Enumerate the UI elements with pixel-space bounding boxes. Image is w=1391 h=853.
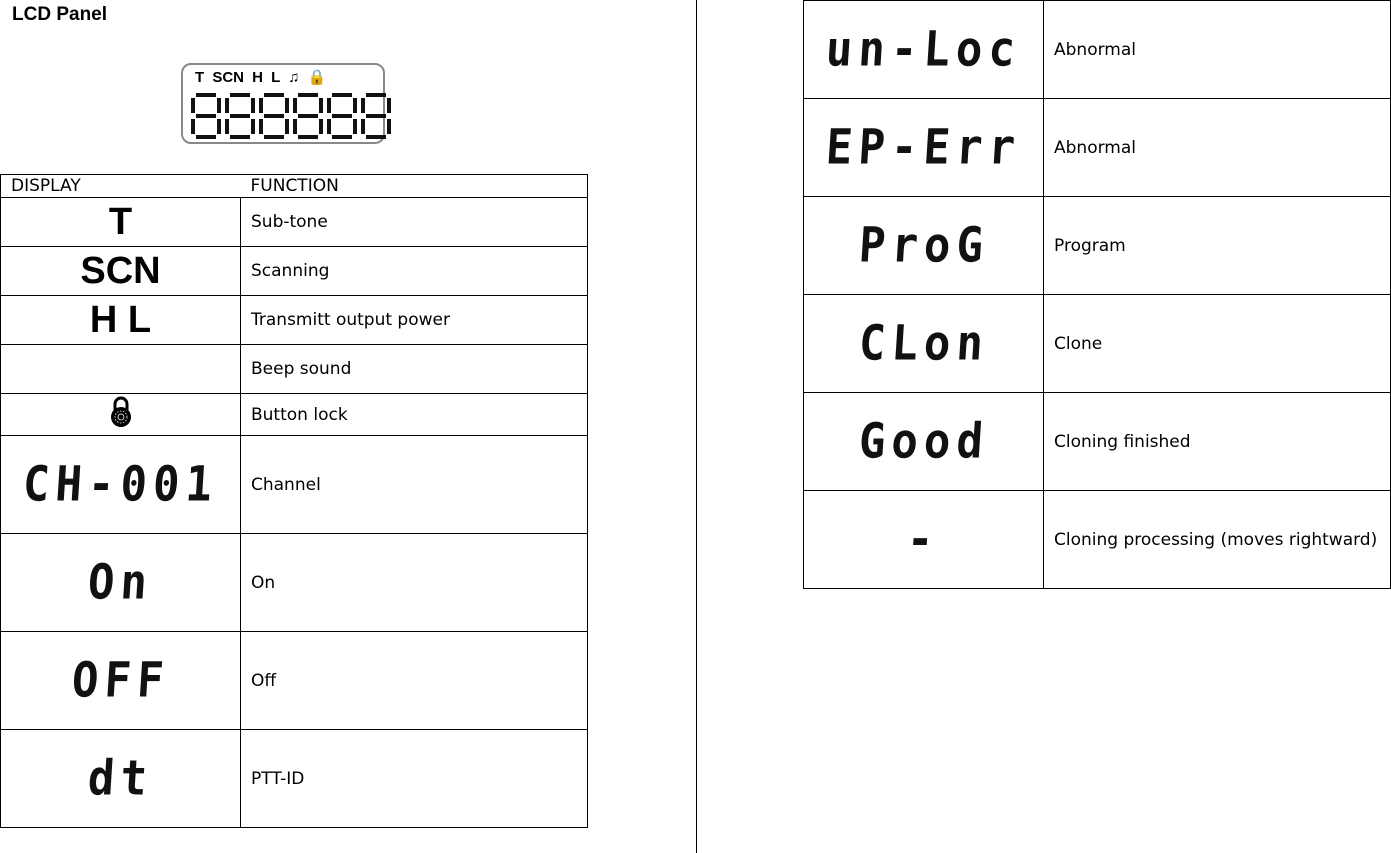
- display-cell: ProG: [803, 196, 1044, 295]
- segment-display: EP-Err: [824, 118, 1023, 175]
- table-row: On On: [0, 533, 588, 632]
- display-cell: dt: [0, 729, 241, 828]
- segment-display: Good: [856, 412, 991, 469]
- display-symbol: H L: [89, 299, 152, 341]
- display-cell: EP-Err: [803, 98, 1044, 197]
- table-row: Beep sound: [0, 344, 588, 394]
- function-label: Beep sound: [240, 344, 588, 394]
- segment-display: un-Loc: [824, 20, 1023, 77]
- table-row: CH-001 Channel: [0, 435, 588, 534]
- header-function: FUNCTION: [240, 174, 588, 198]
- display-function-table: DISPLAY FUNCTION T Sub-tone SCN Scanning H L Tr…: [0, 174, 588, 828]
- function-label: On: [240, 533, 588, 632]
- function-label: Abnormal: [1043, 0, 1391, 99]
- segment-display: On: [86, 553, 155, 610]
- table-row: Button lock: [0, 393, 588, 436]
- function-label: Clone: [1043, 294, 1391, 393]
- table-header: DISPLAY FUNCTION: [0, 174, 588, 198]
- table-row: CLon Clone: [803, 294, 1391, 393]
- table-row: ProG Program: [803, 196, 1391, 295]
- display-cell: Good: [803, 392, 1044, 491]
- function-label: Sub-tone: [240, 197, 588, 247]
- display-cell: [0, 344, 241, 394]
- display-cell: H L: [0, 295, 241, 345]
- table-row: EP-Err Abnormal: [803, 98, 1391, 197]
- segment-display: -: [905, 510, 942, 567]
- header-display: DISPLAY: [0, 174, 241, 198]
- table-row: SCN Scanning: [0, 246, 588, 296]
- page-title: LCD Panel: [12, 4, 108, 25]
- lcd-indicators: T SCN H L ♫ 🔒: [195, 69, 327, 86]
- display-cell: T: [0, 197, 241, 247]
- lcd-panel-image: T SCN H L ♫ 🔒: [181, 63, 391, 144]
- segment-display: CH-001: [21, 455, 220, 512]
- segment-display: ProG: [856, 216, 991, 273]
- table-row: Good Cloning finished: [803, 392, 1391, 491]
- table-row: H L Transmitt output power: [0, 295, 588, 345]
- table-row: T Sub-tone: [0, 197, 588, 247]
- table-row: - Cloning processing (moves rightward): [803, 490, 1391, 589]
- function-label: Channel: [240, 435, 588, 534]
- lcd-digits: [191, 93, 391, 139]
- table-row: OFF Off: [0, 631, 588, 730]
- lock-icon: [110, 396, 131, 427]
- function-label: PTT-ID: [240, 729, 588, 828]
- display-cell: -: [803, 490, 1044, 589]
- function-label: Button lock: [240, 393, 588, 436]
- display-cell: SCN: [0, 246, 241, 296]
- display-cell: CH-001: [0, 435, 241, 534]
- segment-display: OFF: [70, 651, 172, 708]
- function-label: Cloning finished: [1043, 392, 1391, 491]
- display-cell: CLon: [803, 294, 1044, 393]
- segment-display: dt: [86, 749, 155, 806]
- function-label: Transmitt output power: [240, 295, 588, 345]
- status-display-table: un-Loc Abnormal EP-Err Abnormal ProG Program C…: [803, 0, 1391, 589]
- segment-display: CLon: [856, 314, 991, 371]
- function-label: Cloning processing (moves rightward): [1043, 490, 1391, 589]
- display-cell: [0, 393, 241, 436]
- function-label: Abnormal: [1043, 98, 1391, 197]
- display-cell: OFF: [0, 631, 241, 730]
- table-row: dt PTT-ID: [0, 729, 588, 828]
- function-label: Off: [240, 631, 588, 730]
- display-cell: un-Loc: [803, 0, 1044, 99]
- function-label: Scanning: [240, 246, 588, 296]
- function-label: Program: [1043, 196, 1391, 295]
- display-symbol: SCN: [80, 250, 161, 292]
- table-row: un-Loc Abnormal: [803, 0, 1391, 99]
- display-cell: On: [0, 533, 241, 632]
- display-symbol: T: [108, 201, 133, 243]
- column-divider: [696, 0, 697, 853]
